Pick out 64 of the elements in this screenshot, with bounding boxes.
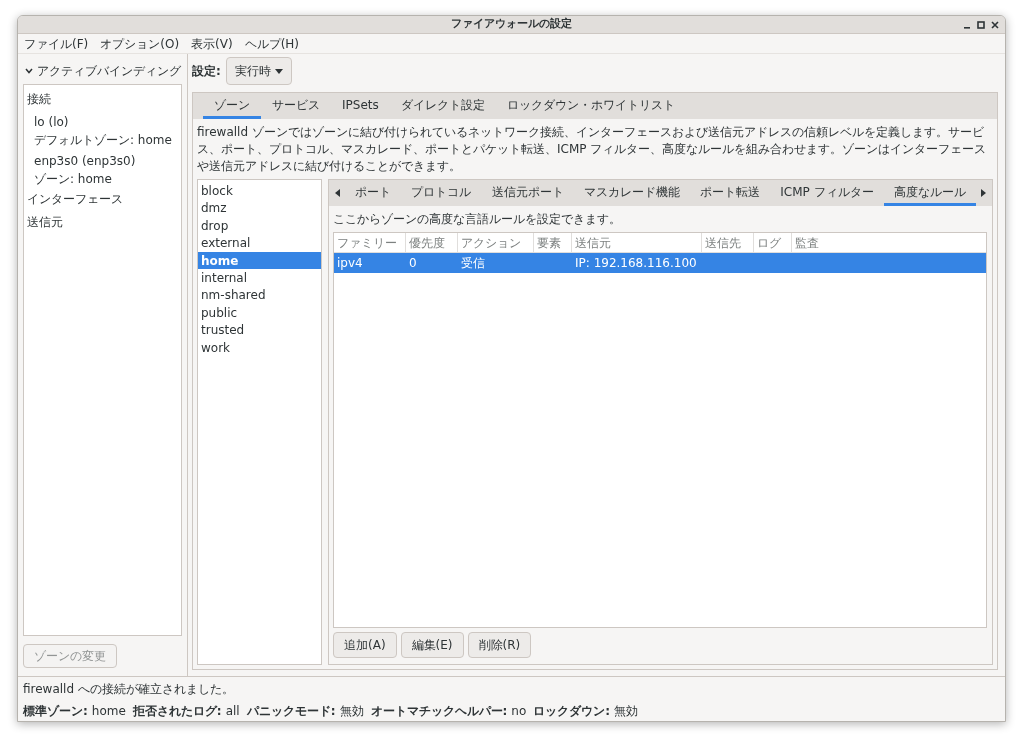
- zone-item[interactable]: public: [198, 303, 321, 322]
- connection-name: lo (lo): [34, 114, 70, 132]
- status-label: ロックダウン:: [533, 703, 611, 720]
- zone-item[interactable]: home: [198, 251, 321, 269]
- status-label: 標準ゾーン:: [23, 703, 88, 720]
- window-title: ファイアウォールの設定: [451, 16, 572, 33]
- tab[interactable]: ロックダウン・ホワイトリスト: [495, 93, 686, 119]
- status-label: 拒否されたログ:: [132, 703, 222, 720]
- status-message: firewalld への接続が確立されました。: [23, 681, 235, 698]
- zone-item[interactable]: nm-shared: [198, 286, 321, 304]
- connection-zone: デフォルトゾーン: home: [34, 132, 173, 150]
- tab[interactable]: ダイレクト設定: [389, 93, 496, 119]
- zone-description: firewalld ゾーンではゾーンに結び付けられているネットワーク接続、インターフェースおよび送信元アドレスの信頼レベルを定義します。サービス、ポート、プロトコル、マスカレード、ポートとパケット転送、ICMP フィルター、高度なルールを組み合わせます。ゾーンはインターフェースや送信元アドレスに結び付けることができます。: [196, 124, 988, 175]
- tab[interactable]: ICMP フィルター: [770, 180, 884, 206]
- close-icon[interactable]: [991, 21, 999, 29]
- section-heading: 接続: [27, 91, 52, 108]
- caret-icon: [274, 68, 283, 74]
- zone-item[interactable]: work: [198, 338, 321, 356]
- menu-item[interactable]: オプション(O): [100, 34, 180, 53]
- tab[interactable]: サービス: [261, 93, 331, 119]
- tab[interactable]: ポート: [345, 180, 402, 206]
- tab[interactable]: 送信元ポート: [481, 180, 574, 206]
- rules-hint: ここからゾーンの高度な言語ルールを設定できます。: [333, 211, 622, 228]
- action-button[interactable]: 追加(A): [333, 632, 397, 658]
- status-value: no: [511, 703, 527, 720]
- section-heading: インターフェース: [27, 191, 124, 209]
- zone-item[interactable]: external: [198, 234, 321, 252]
- status-value: 無効: [339, 703, 364, 720]
- tab[interactable]: 高度なルール: [883, 180, 976, 206]
- connection-name: enp3s0 (enp3s0): [34, 153, 137, 171]
- status-label: オートマチックヘルパー:: [370, 703, 508, 720]
- status-value: 無効: [614, 703, 639, 720]
- table-cell: 0: [409, 256, 417, 270]
- zone-item[interactable]: internal: [198, 268, 321, 287]
- status-value: all: [225, 703, 240, 720]
- scroll-left-icon[interactable]: [334, 189, 340, 197]
- tab[interactable]: プロトコル: [401, 180, 482, 206]
- tab[interactable]: ゾーン: [203, 93, 261, 119]
- action-button[interactable]: 削除(R): [467, 632, 532, 658]
- section-heading: 送信元: [27, 213, 64, 231]
- zone-item[interactable]: block: [198, 182, 321, 200]
- tab[interactable]: ポート転送: [689, 180, 771, 206]
- zone-item[interactable]: dmz: [198, 199, 321, 217]
- menu-item[interactable]: ヘルプ(H): [244, 34, 300, 53]
- tab[interactable]: マスカレード機能: [573, 180, 690, 206]
- config-label: 設定:: [192, 63, 221, 80]
- maximize-icon[interactable]: [977, 21, 985, 29]
- connection-zone: ゾーン: home: [34, 171, 113, 189]
- status-value: home: [91, 703, 126, 720]
- config-dropdown[interactable]: 実行時: [225, 57, 292, 85]
- table-cell: IP: 192.168.116.100: [575, 256, 697, 270]
- action-button[interactable]: 編集(E): [400, 632, 464, 658]
- expander-label[interactable]: アクティブバインディング: [36, 62, 181, 80]
- zone-item[interactable]: trusted: [198, 321, 321, 339]
- zone-item[interactable]: drop: [198, 216, 321, 235]
- scroll-right-icon[interactable]: [981, 189, 987, 197]
- menu-item[interactable]: 表示(V): [191, 34, 233, 53]
- table-row[interactable]: ipv4 0 受信 IP: 192.168.116.100: [334, 253, 986, 273]
- status-label: パニックモード:: [246, 703, 336, 720]
- table-cell: ipv4: [337, 256, 363, 270]
- tab[interactable]: IPSets: [331, 93, 390, 119]
- table-cell: 受信: [461, 256, 485, 270]
- menu-item[interactable]: ファイル(F): [24, 34, 89, 53]
- chevron-icon[interactable]: [24, 68, 33, 74]
